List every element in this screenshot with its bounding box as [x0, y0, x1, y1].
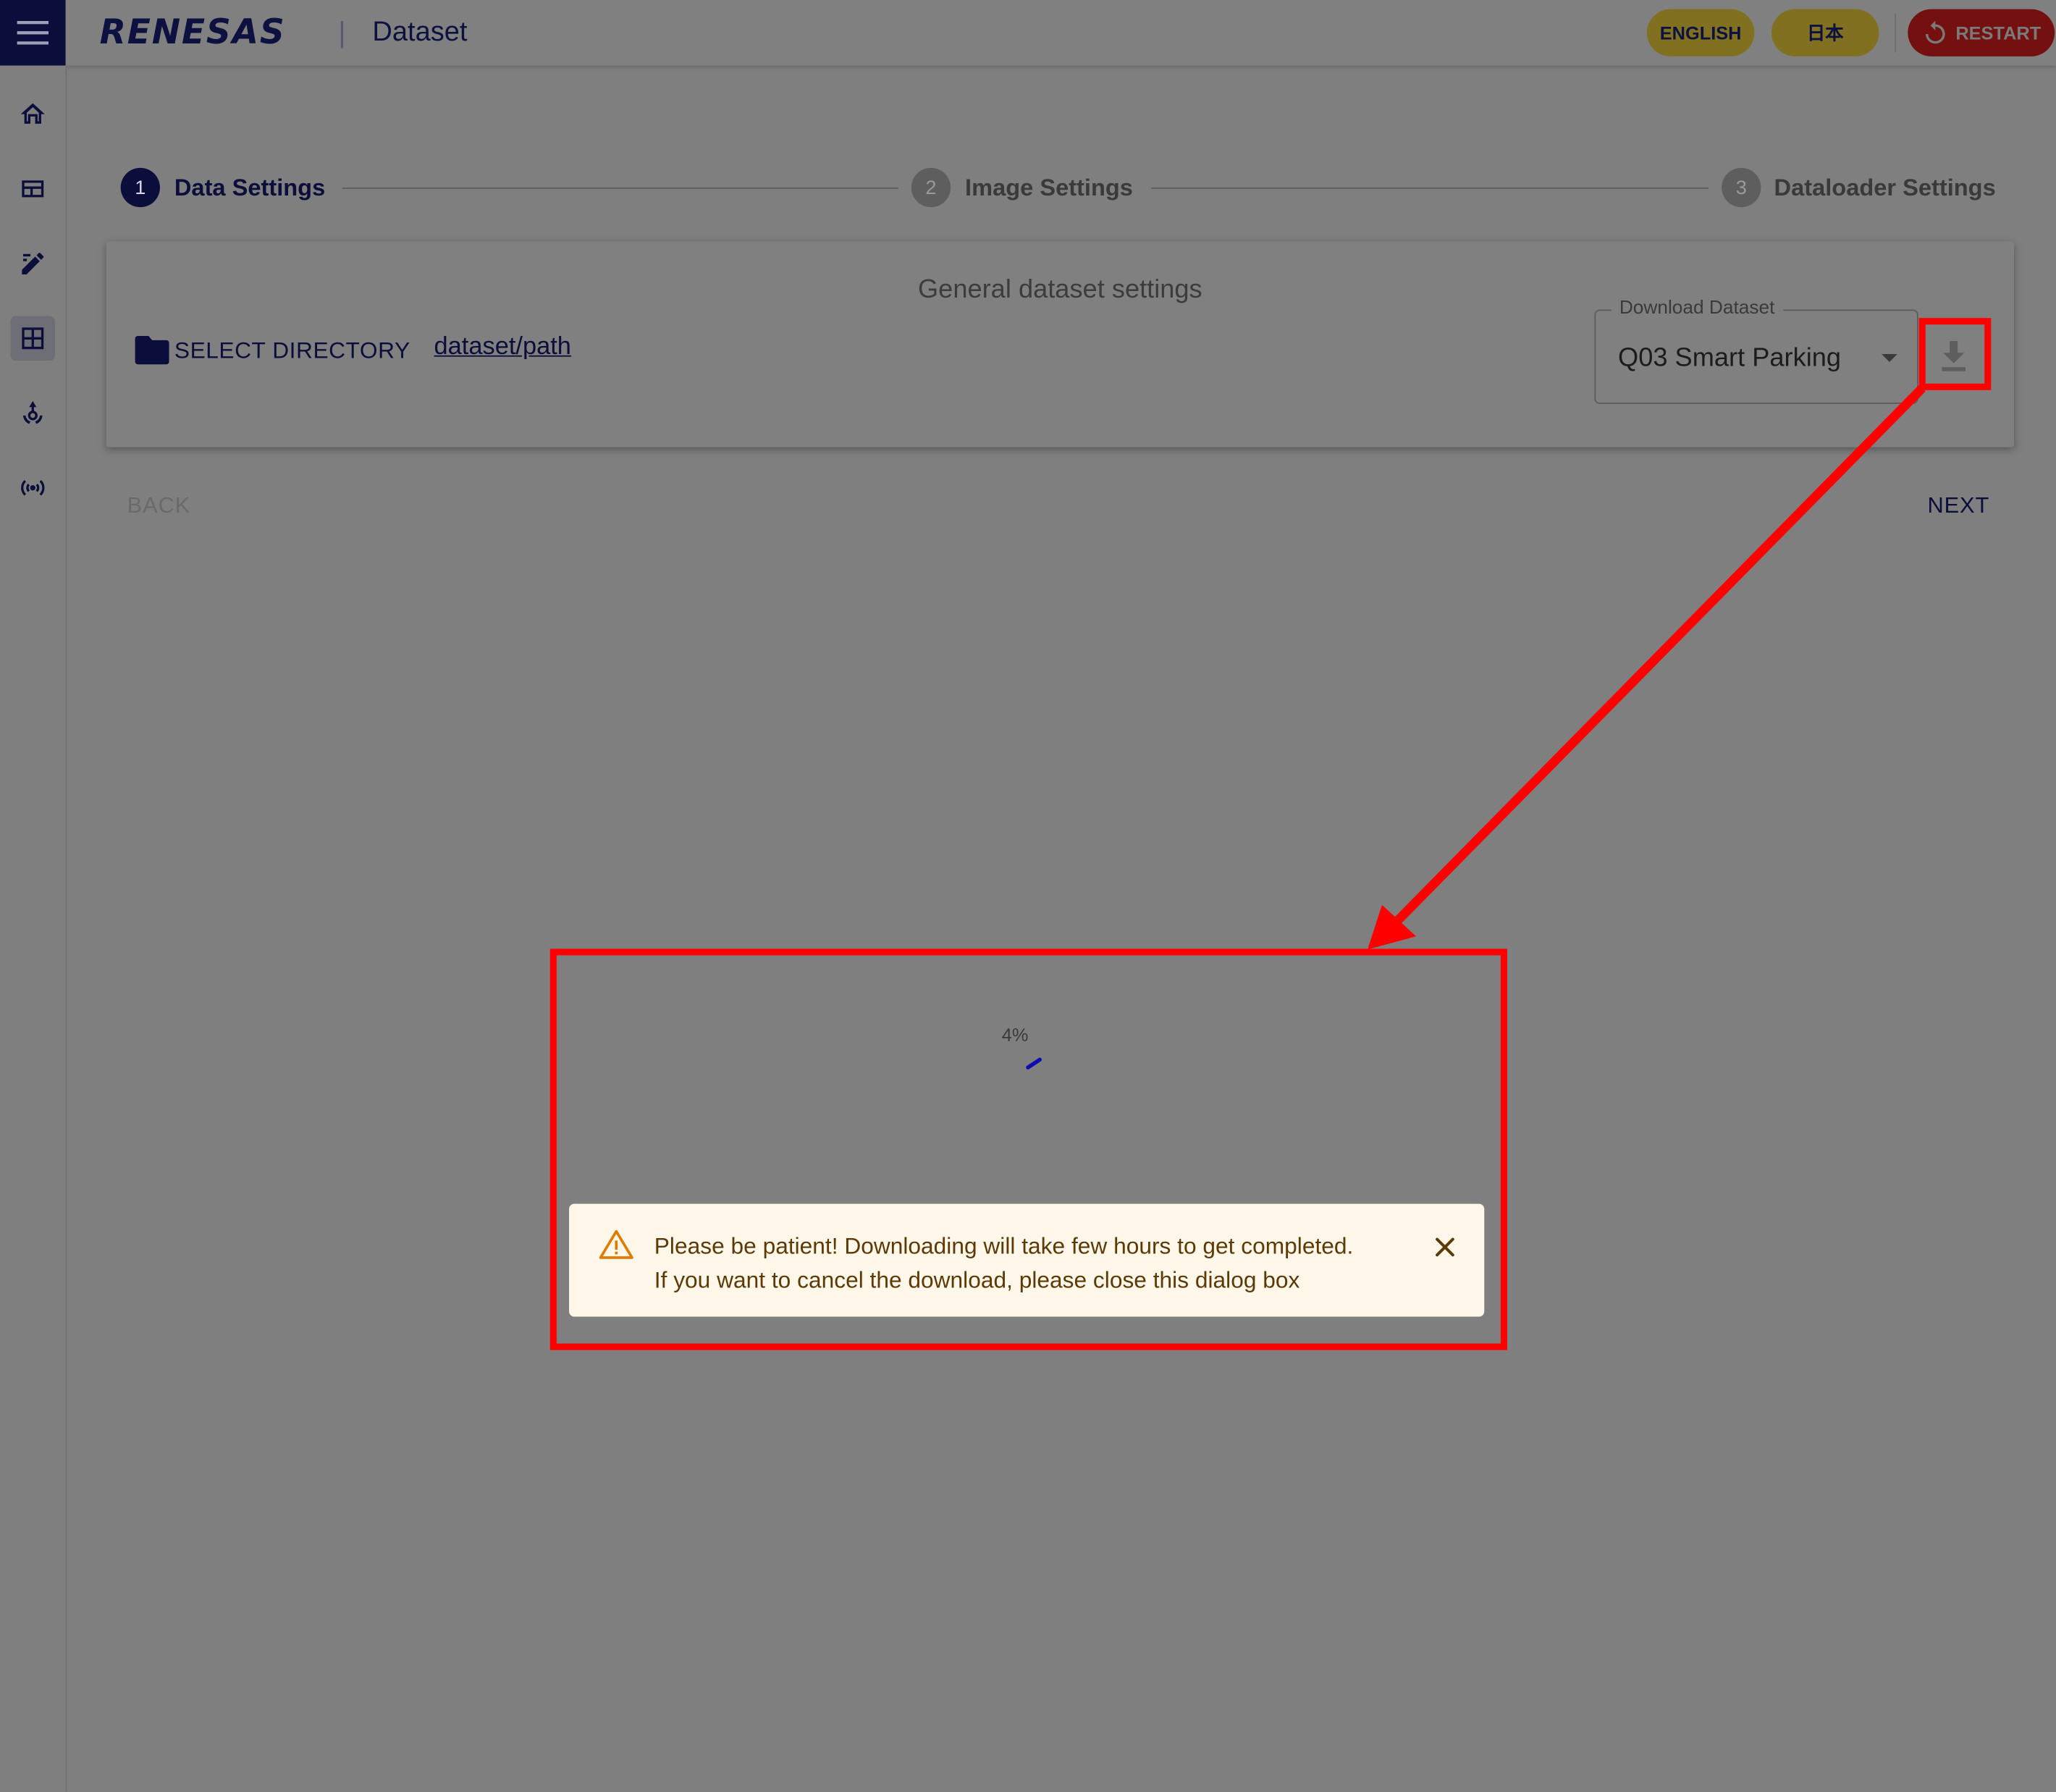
dataset-path-link[interactable]: dataset/path	[434, 333, 571, 362]
download-progress-percent: 4%	[1001, 1024, 1029, 1046]
restart-icon	[1926, 20, 1946, 44]
folder-icon	[135, 335, 169, 365]
renesas-logo: RENESAS	[99, 13, 286, 53]
menu-button[interactable]	[0, 0, 66, 66]
alert-line-2: If you want to cancel the download, plea…	[654, 1266, 1300, 1293]
download-icon	[1942, 340, 1966, 371]
restart-label: RESTART	[1955, 22, 2042, 43]
alert-message: Please be patient! Downloading will take…	[654, 1229, 1354, 1297]
hamburger-icon	[17, 20, 49, 45]
step-1-circle: 1	[120, 167, 160, 208]
sidebar	[0, 65, 67, 1792]
sidebar-item-broadcast[interactable]	[10, 466, 55, 510]
header-divider	[1895, 13, 1896, 53]
chevron-down-icon	[1882, 354, 1897, 362]
general-settings-card: General dataset settings SELECT DIRECTOR…	[106, 241, 2015, 447]
step-3-circle: 3	[1722, 167, 1761, 208]
step-1-label: Data Settings	[174, 174, 326, 201]
step-2-circle: 2	[911, 167, 951, 208]
annotation-arrow-head	[1368, 904, 1417, 950]
sidebar-item-dashboard[interactable]	[10, 167, 55, 211]
download-progress-spinner	[1026, 1057, 1042, 1070]
download-warning-alert: Please be patient! Downloading will take…	[569, 1203, 1485, 1317]
download-dataset-value: Q03 Smart Parking	[1618, 343, 1842, 373]
annotation-arrow-line	[1389, 384, 1926, 930]
download-dataset-select[interactable]: Download Dataset Q03 Smart Parking	[1594, 298, 1918, 404]
english-language-button[interactable]: ENGLISH	[1646, 9, 1755, 56]
deploy-icon	[22, 400, 43, 424]
home-icon	[20, 103, 45, 124]
step-2-label: Image Settings	[965, 174, 1133, 201]
restart-button[interactable]: RESTART	[1908, 9, 2055, 56]
dataset-icon	[22, 327, 44, 350]
sidebar-item-home[interactable]	[10, 92, 55, 137]
close-icon	[1436, 1237, 1454, 1257]
page-title: Dataset	[372, 17, 468, 48]
back-button[interactable]: BACK	[127, 493, 190, 519]
sidebar-item-dataset[interactable]	[10, 316, 56, 361]
dashboard-icon	[22, 180, 44, 198]
sidebar-item-deploy[interactable]	[10, 391, 55, 436]
next-button[interactable]: NEXT	[1927, 493, 1989, 519]
app-bar: RENESAS | Dataset ENGLISH 日本 RESTART	[0, 0, 2056, 66]
warning-icon	[599, 1229, 633, 1259]
title-separator: |	[338, 15, 346, 49]
alert-line-1: Please be patient! Downloading will take…	[654, 1232, 1354, 1259]
sidebar-item-annotate[interactable]	[10, 241, 55, 286]
download-dataset-legend: Download Dataset	[1611, 298, 1783, 319]
step-connector	[342, 188, 898, 189]
japanese-language-button[interactable]: 日本	[1771, 9, 1879, 56]
english-label: ENGLISH	[1659, 22, 1742, 43]
select-directory-button[interactable]: SELECT DIRECTORY	[135, 335, 410, 365]
download-button[interactable]	[1927, 335, 1979, 379]
step-3-label: Dataloader Settings	[1774, 174, 1996, 201]
step-connector	[1151, 188, 1709, 189]
close-alert-button[interactable]	[1429, 1232, 1460, 1263]
broadcast-icon	[21, 479, 45, 496]
edit-icon	[22, 253, 44, 274]
select-directory-label: SELECT DIRECTORY	[174, 336, 410, 363]
japanese-label: 日本	[1806, 22, 1844, 43]
